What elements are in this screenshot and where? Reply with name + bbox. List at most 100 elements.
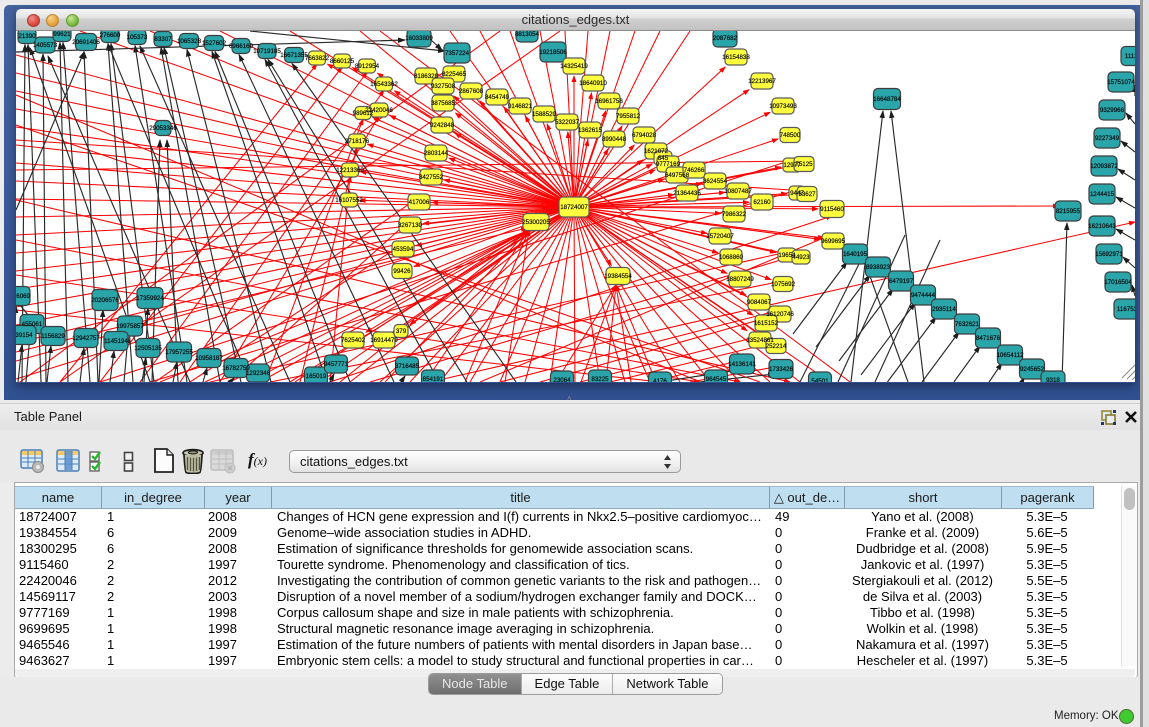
svg-text:10719185: 10719185 xyxy=(253,48,281,55)
svg-text:54501: 54501 xyxy=(811,378,829,382)
svg-text:1244415: 1244415 xyxy=(1090,191,1115,198)
svg-text:1362615: 1362615 xyxy=(578,127,603,134)
svg-text:453594: 453594 xyxy=(393,246,414,253)
svg-text:83225: 83225 xyxy=(591,376,609,382)
svg-text:9777169: 9777169 xyxy=(656,161,681,168)
svg-text:9227349: 9227349 xyxy=(1095,135,1120,142)
svg-text:8471676: 8471676 xyxy=(976,335,1001,342)
svg-text:252214: 252214 xyxy=(766,343,787,350)
svg-text:9242848: 9242848 xyxy=(430,122,455,129)
svg-text:2718176: 2718176 xyxy=(345,138,370,145)
svg-text:10973493: 10973493 xyxy=(769,103,797,110)
svg-text:379: 379 xyxy=(396,328,407,335)
svg-text:9146821: 9146821 xyxy=(508,103,533,110)
svg-text:9474444: 9474444 xyxy=(911,292,936,299)
svg-text:9318: 9318 xyxy=(1046,377,1060,382)
svg-text:14136141: 14136141 xyxy=(728,361,756,368)
svg-text:19384554: 19384554 xyxy=(604,273,632,280)
svg-text:964545: 964545 xyxy=(706,376,727,382)
svg-text:16961758: 16961758 xyxy=(595,98,623,105)
svg-text:19975857: 19975857 xyxy=(116,323,144,330)
svg-text:8186328: 8186328 xyxy=(414,73,439,80)
svg-text:7955812: 7955812 xyxy=(616,113,641,120)
svg-text:15751074: 15751074 xyxy=(1107,79,1135,86)
svg-text:18807249: 18807249 xyxy=(726,276,754,283)
svg-text:1145194: 1145194 xyxy=(104,338,128,345)
svg-text:23064: 23064 xyxy=(553,377,571,382)
svg-text:4176: 4176 xyxy=(653,378,667,382)
svg-text:20206576: 20206576 xyxy=(91,297,119,304)
svg-text:2935114: 2935114 xyxy=(932,306,956,313)
svg-text:8427552: 8427552 xyxy=(419,174,444,181)
svg-text:17957255: 17957255 xyxy=(165,349,193,356)
svg-text:12942757: 12942757 xyxy=(72,335,100,342)
svg-text:2803144: 2803144 xyxy=(424,150,449,157)
svg-text:8225465: 8225465 xyxy=(442,71,467,78)
svg-text:2867608: 2867608 xyxy=(459,88,484,95)
svg-text:11125: 11125 xyxy=(1125,53,1135,60)
svg-text:10807487: 10807487 xyxy=(724,188,752,195)
svg-text:989612: 989612 xyxy=(353,110,374,117)
svg-text:1068860: 1068860 xyxy=(719,254,744,261)
svg-text:12093872: 12093872 xyxy=(1090,163,1118,170)
svg-text:7986322: 7986322 xyxy=(722,211,747,218)
svg-text:29053346: 29053346 xyxy=(149,125,177,132)
svg-text:9457771: 9457771 xyxy=(324,361,349,368)
svg-text:8990448: 8990448 xyxy=(602,136,627,143)
svg-text:9084067: 9084067 xyxy=(747,299,772,306)
svg-text:1640195: 1640195 xyxy=(843,251,868,258)
svg-text:1621072: 1621072 xyxy=(644,148,669,155)
svg-text:8938923: 8938923 xyxy=(866,264,891,271)
svg-text:17359924: 17359924 xyxy=(136,295,164,302)
svg-text:2087682: 2087682 xyxy=(713,35,738,42)
svg-text:16543362: 16543362 xyxy=(370,81,398,88)
svg-text:6794028: 6794028 xyxy=(632,132,657,139)
svg-text:1588520: 1588520 xyxy=(532,111,557,118)
svg-text:12213369: 12213369 xyxy=(336,167,364,174)
svg-text:16648784: 16648784 xyxy=(873,96,901,103)
svg-text:99426: 99426 xyxy=(393,268,411,275)
svg-text:62160: 62160 xyxy=(753,199,771,206)
svg-text:8454749: 8454749 xyxy=(485,94,510,101)
svg-text:116753: 116753 xyxy=(1117,306,1135,313)
svg-text:9327508: 9327508 xyxy=(431,83,456,90)
svg-text:8660125: 8660125 xyxy=(330,58,355,65)
svg-text:75125: 75125 xyxy=(795,161,813,168)
svg-text:14325419: 14325419 xyxy=(560,63,588,70)
svg-text:21390: 21390 xyxy=(18,33,36,40)
svg-text:16914479: 16914479 xyxy=(370,337,398,344)
svg-text:18640910: 18640910 xyxy=(579,80,607,87)
svg-text:8215955: 8215955 xyxy=(1056,208,1081,215)
svg-text:1065328: 1065328 xyxy=(177,38,202,45)
svg-text:16033809: 16033809 xyxy=(405,35,433,42)
svg-text:33627: 33627 xyxy=(798,191,816,198)
svg-text:6479197: 6479197 xyxy=(889,278,914,285)
svg-text:105373: 105373 xyxy=(127,34,148,41)
svg-text:9245652: 9245652 xyxy=(1020,366,1045,373)
svg-text:417006: 417006 xyxy=(409,199,430,206)
svg-text:1733426: 1733426 xyxy=(769,366,794,373)
svg-text:1527602: 1527602 xyxy=(202,40,227,47)
svg-text:9329966: 9329966 xyxy=(1100,107,1125,114)
svg-text:10958187: 10958187 xyxy=(195,355,223,362)
svg-text:1615152: 1615152 xyxy=(754,320,779,327)
svg-text:7632621: 7632621 xyxy=(955,321,980,328)
svg-text:17016504: 17016504 xyxy=(1104,279,1132,286)
svg-text:1405573: 1405573 xyxy=(33,42,58,49)
svg-text:165019: 165019 xyxy=(306,373,327,380)
svg-text:8813054: 8813054 xyxy=(515,31,540,38)
svg-text:2626069: 2626069 xyxy=(16,293,31,300)
svg-text:12505135: 12505135 xyxy=(134,345,162,352)
svg-text:6966160: 6966160 xyxy=(229,43,254,50)
svg-text:1156829: 1156829 xyxy=(41,333,65,340)
svg-text:3624554: 3624554 xyxy=(703,178,728,185)
svg-text:39154: 39154 xyxy=(16,332,33,339)
svg-text:3875685: 3875685 xyxy=(431,100,456,107)
svg-text:16154838: 16154838 xyxy=(722,54,750,61)
svg-text:19218506: 19218506 xyxy=(539,49,567,56)
svg-text:15720407: 15720407 xyxy=(706,233,734,240)
svg-text:18724007: 18724007 xyxy=(560,204,588,211)
svg-text:25300205: 25300205 xyxy=(522,219,550,226)
svg-text:1075692: 1075692 xyxy=(771,281,796,288)
svg-text:99621: 99621 xyxy=(53,31,71,38)
